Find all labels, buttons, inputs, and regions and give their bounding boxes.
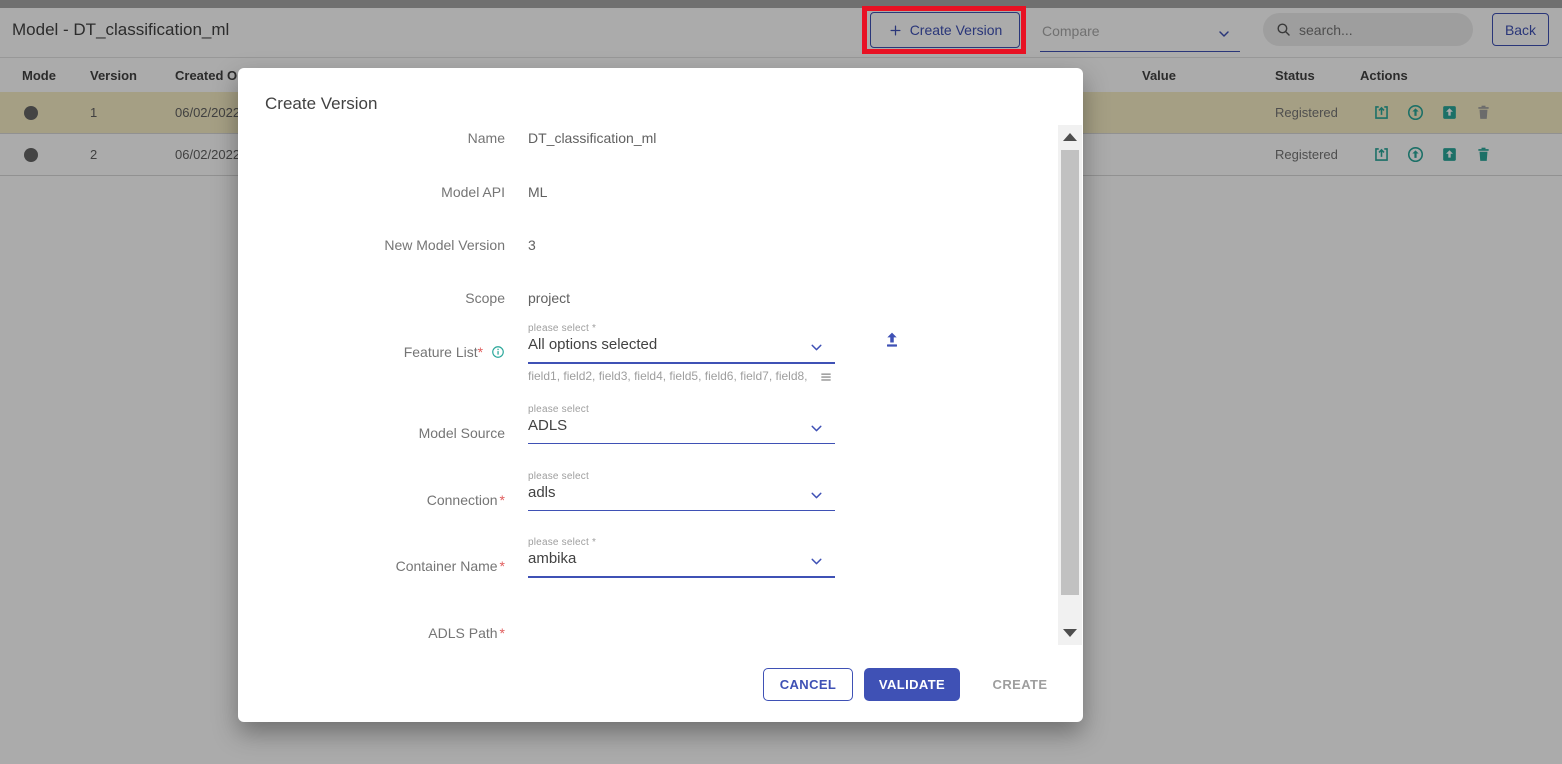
feature-list-selected-fields: field1, field2, field3, field4, field5, …: [528, 369, 835, 386]
upload-icon[interactable]: [882, 330, 902, 350]
model-source-value: ADLS: [528, 417, 835, 437]
feature-list-hint: please select *: [528, 323, 835, 334]
model-api-label: Model API: [238, 184, 505, 200]
model-source-select[interactable]: please select ADLS: [528, 404, 835, 437]
feature-list-underline: [528, 362, 835, 364]
chevron-down-icon: [808, 487, 825, 504]
model-source-label: Model Source: [238, 425, 505, 441]
scrollbar-thumb[interactable]: [1061, 150, 1079, 595]
model-source-hint: please select: [528, 404, 835, 415]
model-source-underline: [528, 443, 835, 444]
validate-button[interactable]: VALIDATE: [864, 668, 960, 701]
create-version-dialog: Create Version Name DT_classification_ml…: [238, 68, 1083, 722]
container-name-hint: please select *: [528, 537, 835, 548]
container-name-value: ambika: [528, 550, 835, 570]
connection-select[interactable]: please select adls: [528, 471, 835, 504]
container-name-underline: [528, 576, 835, 578]
modal-scrollbar[interactable]: [1058, 125, 1082, 645]
cancel-button[interactable]: CANCEL: [763, 668, 853, 701]
model-api-value: ML: [528, 184, 547, 200]
scope-value: project: [528, 290, 570, 306]
scope-label: Scope: [238, 290, 505, 306]
feature-list-label: Feature List*: [238, 344, 505, 360]
new-model-version-value: 3: [528, 237, 536, 253]
info-icon[interactable]: [491, 345, 505, 359]
list-icon[interactable]: [819, 370, 833, 384]
container-name-label: Container Name*: [238, 558, 505, 574]
connection-label: Connection*: [238, 492, 505, 508]
connection-underline: [528, 510, 835, 511]
connection-value: adls: [528, 484, 835, 504]
container-name-select[interactable]: please select * ambika: [528, 537, 835, 570]
name-value: DT_classification_ml: [528, 130, 656, 146]
chevron-down-icon: [808, 339, 825, 356]
create-button[interactable]: CREATE: [975, 668, 1065, 701]
app-window: Model - DT_classification_ml Create Vers…: [0, 0, 1562, 764]
feature-list-value: All options selected: [528, 336, 835, 356]
name-label: Name: [238, 130, 505, 146]
chevron-down-icon: [808, 553, 825, 570]
adls-path-label: ADLS Path*: [238, 625, 505, 641]
scroll-up-icon[interactable]: [1063, 133, 1077, 141]
chevron-down-icon: [808, 420, 825, 437]
connection-hint: please select: [528, 471, 835, 482]
dialog-title: Create Version: [265, 94, 377, 114]
scroll-down-icon[interactable]: [1063, 629, 1077, 637]
new-model-version-label: New Model Version: [238, 237, 505, 253]
feature-list-select[interactable]: please select * All options selected: [528, 323, 835, 356]
